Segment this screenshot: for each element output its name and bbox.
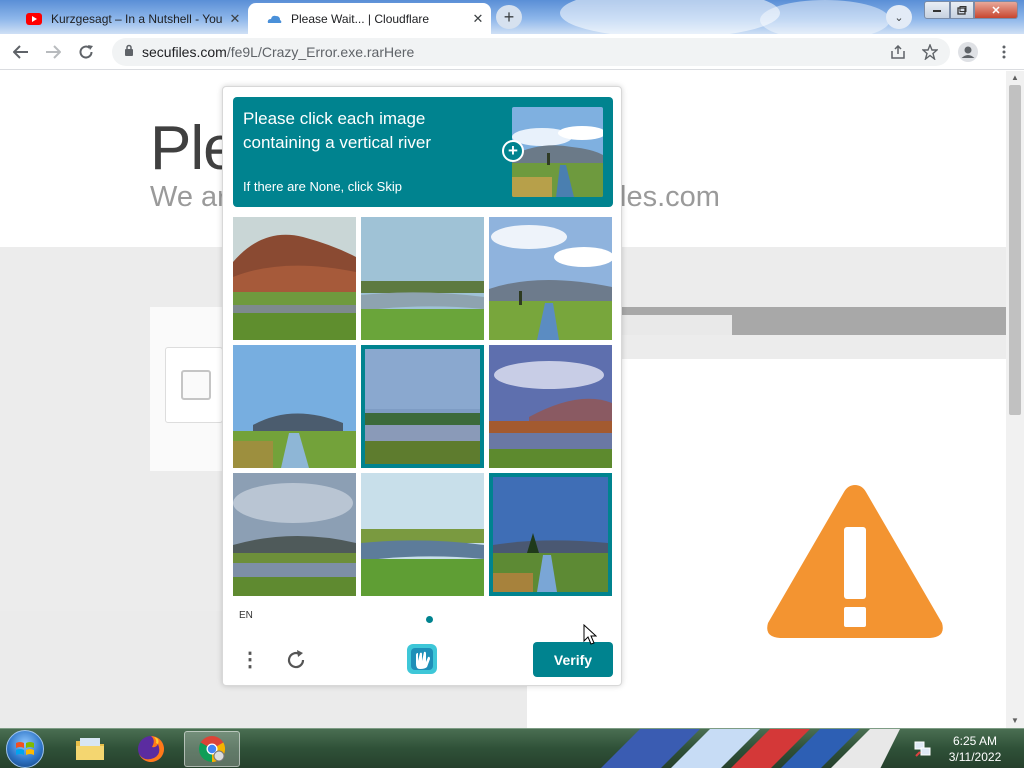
example-image[interactable] [512, 107, 603, 197]
firefox-icon[interactable] [123, 731, 179, 767]
human-checkbox[interactable] [181, 370, 211, 400]
scroll-down-icon[interactable]: ▼ [1006, 714, 1024, 728]
page-subtitle: We ar [150, 181, 227, 213]
network-icon[interactable] [914, 741, 932, 757]
tab-close-icon[interactable]: ✕ [465, 11, 491, 27]
image-grid [233, 217, 613, 597]
tab-title: Kurzgesagt – In a Nutshell - YouT [51, 11, 222, 26]
page-subtitle-end: les.com [620, 181, 720, 213]
page-indicator-dot [426, 616, 433, 623]
image-tile[interactable] [361, 217, 484, 340]
image-tile[interactable] [233, 345, 356, 468]
tab-search-button[interactable]: ⌄ [886, 5, 912, 29]
restore-button[interactable] [950, 1, 974, 19]
minimize-button[interactable] [924, 1, 950, 19]
new-tab-button[interactable]: + [496, 5, 522, 29]
page-scrollbar[interactable]: ▲ ▼ [1006, 71, 1024, 728]
profile-avatar[interactable] [958, 42, 978, 62]
warning-icon [767, 485, 943, 638]
reload-button[interactable] [73, 39, 99, 65]
browser-toolbar: secufiles.com/fe9L/Crazy_Error.exe.rarHe… [0, 34, 1024, 70]
wallpaper-cloud [560, 0, 780, 34]
mouse-cursor-icon [583, 624, 597, 645]
cloudflare-icon [266, 11, 282, 27]
prompt-skip-hint: If there are None, click Skip [243, 179, 402, 194]
image-tile[interactable] [489, 217, 612, 340]
address-bar[interactable]: secufiles.com/fe9L/Crazy_Error.exe.rarHe… [112, 38, 950, 66]
start-button[interactable] [6, 730, 44, 768]
clock-date: 3/11/2022 [948, 750, 1002, 764]
youtube-icon [26, 11, 42, 27]
wallpaper-graphic [601, 729, 900, 768]
wallpaper-cloud [760, 0, 890, 34]
system-clock[interactable]: 6:25 AM 3/11/2022 [938, 733, 1012, 765]
prompt-text: Please click each image containing a ver… [243, 107, 493, 155]
share-icon[interactable] [888, 42, 908, 62]
bookmark-star-icon[interactable] [920, 42, 940, 62]
scroll-up-icon[interactable]: ▲ [1006, 71, 1024, 85]
image-tile[interactable] [489, 345, 612, 468]
browser-menu-icon[interactable] [994, 42, 1014, 62]
clock-time: 6:25 AM [952, 734, 998, 748]
progress-stripe-notch [620, 315, 732, 335]
captcha-challenge: Please click each image containing a ver… [222, 86, 622, 686]
expand-example-icon[interactable]: + [502, 140, 524, 162]
url-path: /fe9L/Crazy_Error.exe.rarHere [226, 44, 415, 60]
prompt-line: containing a vertical river [243, 133, 432, 152]
refresh-challenge-icon[interactable] [281, 645, 311, 675]
forward-button[interactable] [40, 39, 66, 65]
captcha-menu-button[interactable]: ⋮ [239, 645, 261, 675]
tab-cloudflare[interactable]: Please Wait... | Cloudflare ✕ [248, 3, 491, 34]
scrollbar-thumb[interactable] [1009, 85, 1021, 415]
window-close-button[interactable]: ✕ [974, 1, 1018, 19]
lock-icon[interactable] [116, 43, 142, 61]
image-tile[interactable] [233, 473, 356, 596]
windows-taskbar: 6:25 AM 3/11/2022 [0, 728, 1024, 768]
prompt-line: Please click each image [243, 109, 426, 128]
image-tile-selected[interactable] [489, 473, 612, 596]
tab-close-icon[interactable]: ✕ [222, 11, 248, 27]
tab-strip: Kurzgesagt – In a Nutshell - YouT ✕ Plea… [0, 0, 1024, 34]
tab-youtube[interactable]: Kurzgesagt – In a Nutshell - YouT ✕ [8, 3, 248, 34]
tab-title: Please Wait... | Cloudflare [291, 11, 430, 26]
url-host: secufiles.com [142, 44, 227, 60]
image-tile-selected[interactable] [361, 345, 484, 468]
back-button[interactable] [8, 39, 34, 65]
hcaptcha-logo-icon[interactable] [405, 642, 439, 676]
language-selector[interactable]: EN [239, 610, 253, 621]
file-explorer-icon[interactable] [62, 731, 118, 767]
image-tile[interactable] [361, 473, 484, 596]
verify-button[interactable]: Verify [533, 642, 613, 677]
chrome-icon[interactable] [184, 731, 240, 767]
challenge-prompt: Please click each image containing a ver… [233, 97, 613, 207]
image-tile[interactable] [233, 217, 356, 340]
